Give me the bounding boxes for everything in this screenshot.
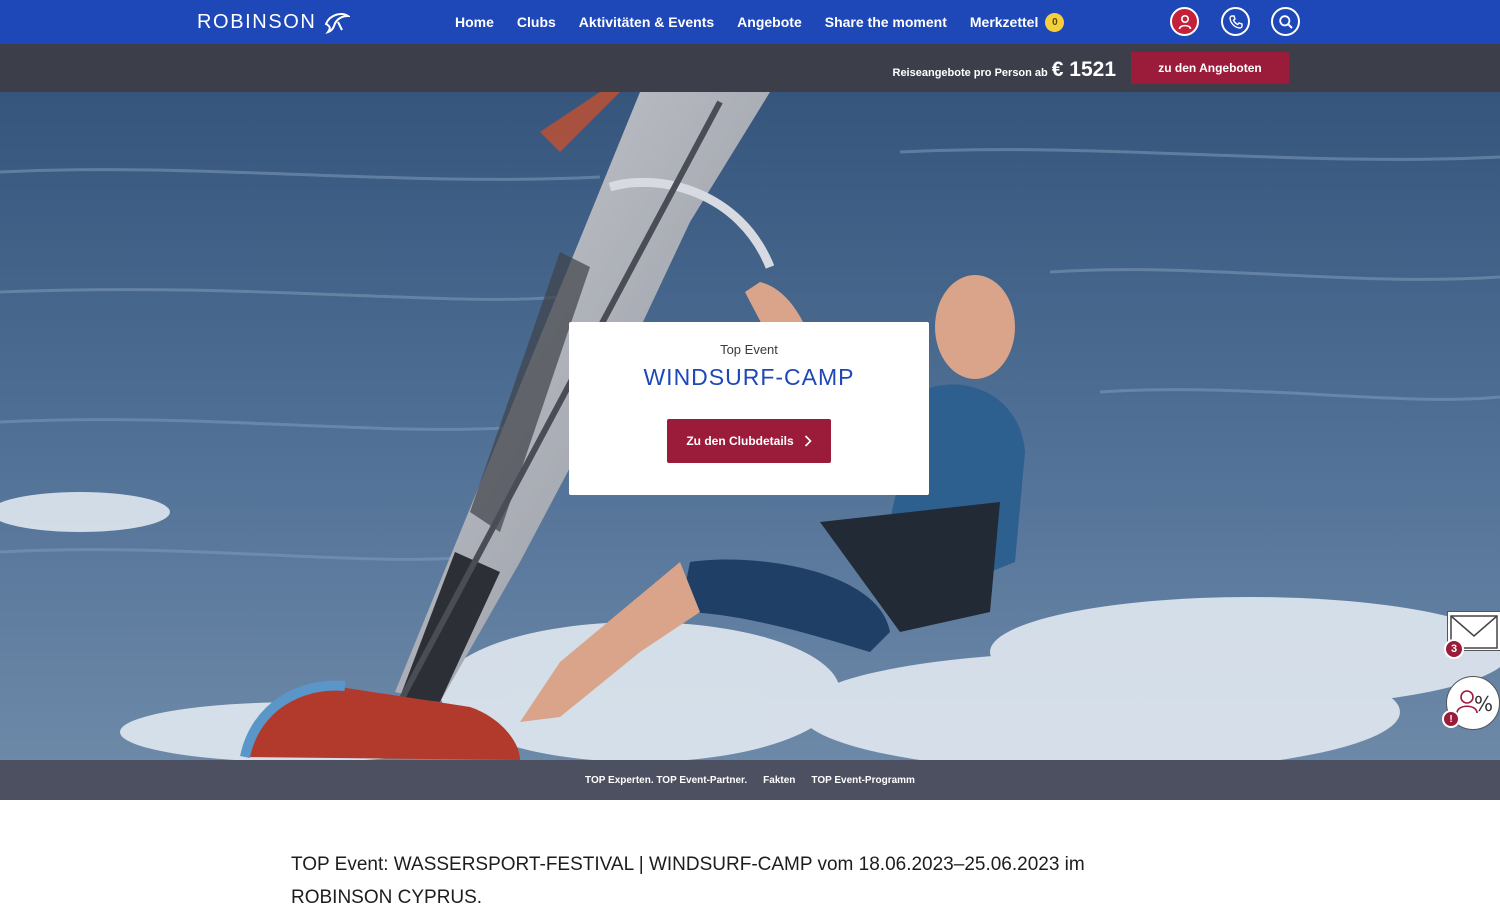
user-icon xyxy=(1178,14,1191,29)
nav-home[interactable]: Home xyxy=(455,14,494,30)
newsletter-count-badge: 3 xyxy=(1444,639,1464,659)
deals-alert-badge: ! xyxy=(1442,710,1460,728)
search-icon xyxy=(1278,14,1293,29)
nav-clubs[interactable]: Clubs xyxy=(517,14,556,30)
contact-phone-button[interactable] xyxy=(1221,7,1250,36)
nav-share-the-moment[interactable]: Share the moment xyxy=(825,14,947,30)
hero-kicker: Top Event xyxy=(720,342,778,357)
offer-label: Reiseangebote pro Person ab xyxy=(892,67,1048,79)
anchor-experten-partner[interactable]: TOP Experten. TOP Event-Partner. xyxy=(585,775,747,786)
nav-merkzettel-label: Merkzettel xyxy=(969,14,1039,30)
club-details-label: Zu den Clubdetails xyxy=(686,434,794,448)
logo-bird-icon xyxy=(325,13,351,34)
merkzettel-count-badge: 0 xyxy=(1045,12,1065,32)
nav-angebote[interactable]: Angebote xyxy=(737,14,802,30)
hero-section: Top Event WINDSURF-CAMP Zu den Clubdetai… xyxy=(0,92,1500,760)
phone-icon xyxy=(1228,14,1243,29)
offer-price-info: Reiseangebote pro Person ab € 1521 xyxy=(893,58,1117,82)
hero-event-card: Top Event WINDSURF-CAMP Zu den Clubdetai… xyxy=(569,322,929,495)
offer-bar: Reiseangebote pro Person ab € 1521 zu de… xyxy=(0,44,1500,92)
anchor-fakten[interactable]: Fakten xyxy=(763,775,795,786)
anchor-navigation: TOP Experten. TOP Event-Partner. Fakten … xyxy=(0,760,1500,800)
top-navigation: ROBINSON Home Clubs Aktivitäten & Events… xyxy=(0,0,1500,44)
main-nav: Home Clubs Aktivitäten & Events Angebote… xyxy=(455,0,1087,44)
nav-merkzettel[interactable]: Merkzettel 0 xyxy=(969,12,1065,32)
robinson-logo[interactable]: ROBINSON xyxy=(197,9,351,35)
chevron-right-icon xyxy=(804,435,812,447)
offer-price: € 1521 xyxy=(1051,58,1116,81)
logo-text: ROBINSON xyxy=(197,10,317,33)
hero-title: WINDSURF-CAMP xyxy=(643,364,855,390)
event-intro-text: TOP Event: WASSERSPORT-FESTIVAL | WINDSU… xyxy=(291,854,1085,908)
anchor-event-programm[interactable]: TOP Event-Programm xyxy=(811,775,915,786)
nav-aktivitaeten-events[interactable]: Aktivitäten & Events xyxy=(579,14,714,30)
svg-text:%: % xyxy=(1474,692,1493,716)
account-button[interactable] xyxy=(1170,7,1199,36)
to-offers-button[interactable]: zu den Angeboten xyxy=(1131,52,1289,84)
club-details-button[interactable]: Zu den Clubdetails xyxy=(667,419,831,463)
search-button[interactable] xyxy=(1271,7,1300,36)
